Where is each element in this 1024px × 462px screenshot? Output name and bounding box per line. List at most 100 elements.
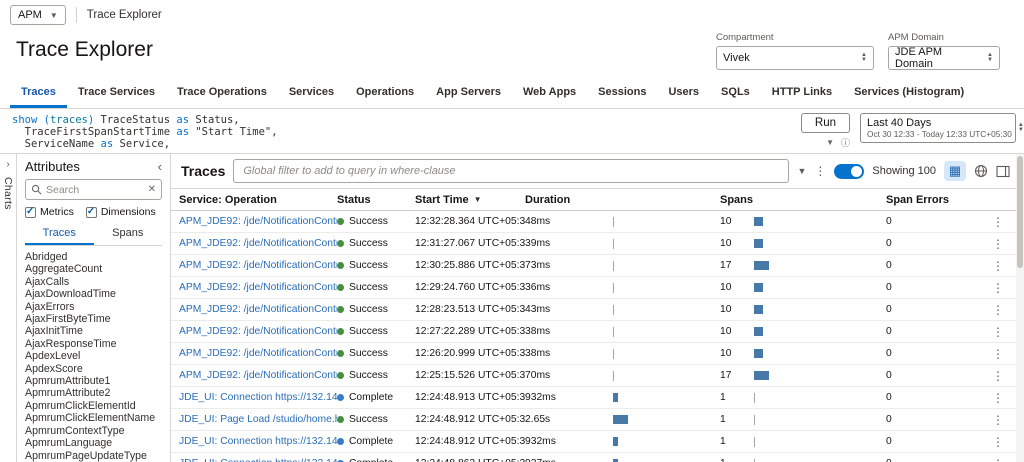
status-dot-icon <box>337 372 344 379</box>
attribute-list-item[interactable]: ApmrumLanguage <box>25 437 162 449</box>
column-header-status[interactable]: Status <box>337 194 415 206</box>
service-operation-link[interactable]: APM_JDE92: /jde/NotificationControll... <box>179 348 337 359</box>
service-operation-link[interactable]: JDE_UI: Page Load /studio/home.html <box>179 414 337 425</box>
column-header-duration[interactable]: Duration <box>525 194 720 206</box>
view-tab[interactable]: Services (Histogram) <box>843 78 975 108</box>
attribute-list-item[interactable]: AggregateCount <box>25 263 162 275</box>
row-menu-icon[interactable]: ⋮ <box>986 347 1010 361</box>
row-menu-icon[interactable]: ⋮ <box>986 303 1010 317</box>
view-tab[interactable]: Users <box>657 78 710 108</box>
table-view-button[interactable]: ▦ <box>944 161 966 181</box>
column-header-start-time[interactable]: Start Time ▼ <box>415 194 525 206</box>
attribute-list-item[interactable]: ApdexScore <box>25 363 162 375</box>
service-operation-link[interactable]: APM_JDE92: /jde/NotificationControll... <box>179 282 337 293</box>
attribute-filter-checkbox[interactable]: Dimensions <box>85 206 156 218</box>
run-button[interactable]: Run <box>800 113 850 133</box>
row-menu-icon[interactable]: ⋮ <box>986 281 1010 295</box>
service-operation-link[interactable]: APM_JDE92: /jde/NotificationControll... <box>179 326 337 337</box>
view-tab[interactable]: SQLs <box>710 78 761 108</box>
compartment-select[interactable]: Vivek ▲ ▼ <box>716 46 874 70</box>
row-menu-icon[interactable]: ⋮ <box>986 369 1010 383</box>
charts-rail[interactable]: › Charts <box>0 154 17 462</box>
expand-charts-chevron-icon[interactable]: › <box>6 159 9 170</box>
duration-cell: 39ms <box>525 238 720 249</box>
attribute-list-item[interactable]: AjaxErrors <box>25 301 162 313</box>
row-menu-icon[interactable]: ⋮ <box>986 259 1010 273</box>
attribute-list-item[interactable]: ApdexLevel <box>25 350 162 362</box>
attribute-list-item[interactable]: AjaxCalls <box>25 276 162 288</box>
view-tab[interactable]: Operations <box>345 78 425 108</box>
span-errors-cell: 0 <box>886 326 892 337</box>
info-icon[interactable]: ⓘ <box>841 136 850 149</box>
attribute-list-item[interactable]: ApmrumClickElementId <box>25 400 162 412</box>
duration-value: 70ms <box>525 370 551 381</box>
row-menu-icon[interactable]: ⋮ <box>986 435 1010 449</box>
column-header-service[interactable]: Service: Operation <box>179 194 337 206</box>
scrollbar-thumb[interactable] <box>1017 156 1023 268</box>
filter-dropdown-chevron-icon[interactable]: ▼ <box>797 166 806 176</box>
view-tab[interactable]: HTTP Links <box>761 78 843 108</box>
service-operation-link[interactable]: APM_JDE92: /jde/NotificationControll... <box>179 238 337 249</box>
panel-layout-button[interactable] <box>996 165 1010 178</box>
duration-cell: 927ms <box>525 458 720 462</box>
geo-view-button[interactable] <box>974 164 988 178</box>
row-menu-icon[interactable]: ⋮ <box>986 325 1010 339</box>
duration-cell: 2.65s <box>525 414 720 425</box>
duration-cell: 932ms <box>525 392 720 403</box>
column-header-span-errors[interactable]: Span Errors <box>886 194 986 206</box>
collapse-panel-chevron-icon[interactable]: ‹ <box>158 160 162 173</box>
column-header-spans[interactable]: Spans <box>720 194 886 206</box>
clear-search-icon[interactable]: ✕ <box>148 184 156 195</box>
toolbar-menu-icon[interactable]: ⋮ <box>814 164 826 178</box>
view-tab[interactable]: App Servers <box>425 78 512 108</box>
status-label: Success <box>349 348 388 359</box>
apm-domain-select[interactable]: JDE APM Domain ▲ ▼ <box>888 46 1000 70</box>
attribute-search-input[interactable] <box>46 183 144 196</box>
view-tab[interactable]: Trace Operations <box>166 78 278 108</box>
attribute-list-item[interactable]: AjaxFirstByteTime <box>25 313 162 325</box>
attribute-list-item[interactable]: Abridged <box>25 251 162 263</box>
row-menu-icon[interactable]: ⋮ <box>986 457 1010 462</box>
service-operation-link[interactable]: APM_JDE92: /jde/NotificationControll... <box>179 370 337 381</box>
global-filter-input[interactable] <box>233 159 790 183</box>
spans-value: 1 <box>720 458 754 462</box>
attribute-list-item[interactable]: ApmrumPageUpdateType <box>25 450 162 462</box>
query-text[interactable]: show (traces) TraceStatus as Status, Tra… <box>12 113 791 150</box>
attribute-scope-tab[interactable]: Spans <box>94 224 163 245</box>
view-tab[interactable]: Trace Services <box>67 78 166 108</box>
duration-bar <box>613 216 614 227</box>
duration-value: 932ms <box>525 436 556 447</box>
duration-cell: 48ms <box>525 216 720 227</box>
app-switcher-select[interactable]: APM ▼ <box>10 5 66 25</box>
app-switcher-label: APM <box>18 9 42 21</box>
attribute-list-item[interactable]: ApmrumAttribute2 <box>25 387 162 399</box>
view-tab[interactable]: Services <box>278 78 345 108</box>
span-errors-cell: 0 <box>886 414 892 425</box>
service-operation-link[interactable]: JDE_UI: Connection https://132.145.... <box>179 392 337 403</box>
view-tab[interactable]: Web Apps <box>512 78 587 108</box>
attribute-scope-tab[interactable]: Traces <box>25 224 94 245</box>
row-menu-icon[interactable]: ⋮ <box>986 391 1010 405</box>
attribute-list-item[interactable]: ApmrumContextType <box>25 425 162 437</box>
time-range-selector[interactable]: Last 40 Days Oct 30 12:33 - Today 12:33 … <box>860 113 1024 143</box>
service-operation-link[interactable]: APM_JDE92: /jde/NotificationControll... <box>179 260 337 271</box>
attribute-list-item[interactable]: AjaxDownloadTime <box>25 288 162 300</box>
chevron-down-icon: ▼ <box>49 10 58 20</box>
service-operation-link[interactable]: APM_JDE92: /jde/NotificationControll... <box>179 304 337 315</box>
service-operation-link[interactable]: JDE_UI: Connection https://132.145.... <box>179 458 337 462</box>
attribute-list-item[interactable]: ApmrumAttribute1 <box>25 375 162 387</box>
collapse-query-chevron-icon[interactable]: ▼ <box>826 138 834 147</box>
attribute-filter-checkbox[interactable]: Metrics <box>25 206 74 218</box>
vertical-scrollbar[interactable] <box>1016 154 1024 462</box>
row-menu-icon[interactable]: ⋮ <box>986 237 1010 251</box>
view-tab[interactable]: Traces <box>10 78 67 108</box>
row-menu-icon[interactable]: ⋮ <box>986 413 1010 427</box>
results-toggle[interactable] <box>834 163 865 179</box>
attribute-list-item[interactable]: AjaxResponseTime <box>25 338 162 350</box>
attribute-list-item[interactable]: ApmrumClickElementName <box>25 412 162 424</box>
row-menu-icon[interactable]: ⋮ <box>986 215 1010 229</box>
service-operation-link[interactable]: APM_JDE92: /jde/NotificationControll... <box>179 216 337 227</box>
view-tab[interactable]: Sessions <box>587 78 657 108</box>
service-operation-link[interactable]: JDE_UI: Connection https://132.145.... <box>179 436 337 447</box>
attribute-list-item[interactable]: AjaxInitTime <box>25 325 162 337</box>
